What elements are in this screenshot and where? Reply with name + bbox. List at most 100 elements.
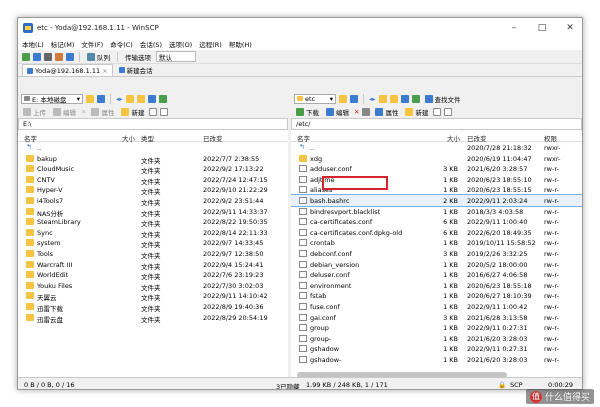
close-button[interactable]: ✕ bbox=[558, 18, 582, 37]
list-item[interactable]: debconf.conf 3 KB 2019/2/26 3:32:25 rw-r- bbox=[291, 248, 582, 259]
home-icon[interactable] bbox=[147, 94, 156, 103]
list-item[interactable]: Sync 文件夹 2022/8/14 22:11:33 bbox=[18, 227, 288, 239]
file-name: Warcraft III bbox=[37, 260, 73, 269]
list-item[interactable]: 天翼云 文件夹 2022/9/11 14:10:42 bbox=[18, 290, 288, 302]
local-props-button[interactable]: 属性 bbox=[89, 106, 116, 117]
refresh-icon[interactable] bbox=[411, 94, 420, 103]
find-files-button[interactable]: 查找文件 bbox=[423, 93, 463, 104]
menu-help[interactable]: 帮助(H) bbox=[229, 39, 252, 49]
list-item[interactable]: xdg 2020/6/19 11:04:47 rwxr- bbox=[291, 153, 582, 164]
list-item[interactable]: bakup 文件夹 2022/7/7 2:38:55 bbox=[18, 153, 288, 165]
remote-path[interactable]: /etc/ bbox=[291, 118, 582, 130]
local-edit-button[interactable]: 编辑 bbox=[51, 106, 78, 117]
transfer-options-select[interactable]: 默认 bbox=[156, 51, 196, 62]
list-item[interactable]: CloudMusic 文件夹 2022/9/2 17:13:22 bbox=[18, 163, 288, 175]
list-item[interactable]: gshadow 1 KB 2022/9/11 0:27:31 rw-r- bbox=[291, 343, 582, 354]
local-drive-select[interactable]: E: 本地磁盘 ▾ bbox=[21, 93, 83, 104]
minimize-button[interactable]: – bbox=[502, 18, 526, 37]
list-item[interactable]: ca-certificates.conf.dpkg-old 6 KB 2022/6/… bbox=[291, 227, 582, 238]
file-type: 文件夹 bbox=[141, 315, 161, 324]
list-item[interactable]: deluser.conf 1 KB 2016/6/27 4:06:58 rw-r- bbox=[291, 269, 582, 280]
back-icon[interactable]: ◂▸ bbox=[369, 95, 376, 103]
remote-file-list[interactable]: 名字 大小 已改变 权限 ↰.. 2020/7/28 21:18:32 rwxr-x… bbox=[291, 130, 582, 379]
rename-icon[interactable] bbox=[362, 107, 371, 116]
list-item[interactable]: NAS分析 文件夹 2022/9/11 14:33:37 bbox=[18, 206, 288, 218]
list-item[interactable]: group- 1 KB 2021/6/20 3:28:03 rw-r- bbox=[291, 333, 582, 344]
deselect-icon[interactable] bbox=[160, 107, 169, 116]
delete-icon[interactable]: ✕ bbox=[354, 108, 359, 116]
list-item[interactable]: system 文件夹 2022/9/7 14:33:45 bbox=[18, 237, 288, 249]
local-path[interactable]: E:\ bbox=[18, 118, 288, 130]
list-item[interactable]: Hyper-V 文件夹 2022/9/10 21:22:29 bbox=[18, 184, 288, 196]
menu-commands[interactable]: 命令(C) bbox=[110, 39, 133, 49]
maximize-button[interactable]: □ bbox=[530, 18, 554, 37]
back-icon[interactable]: ◂▸ bbox=[116, 95, 123, 103]
remote-edit-button[interactable]: 编辑 bbox=[324, 106, 351, 117]
file-modified: 2020/6/23 18:55:10 bbox=[467, 175, 532, 184]
local-file-list[interactable]: 名字 大小 类型 已改变 ↰.. bakup 文件夹 2022/7/7 2:38:55… bbox=[18, 130, 288, 379]
list-item[interactable]: Youku Files 文件夹 2022/7/30 3:02:03 bbox=[18, 280, 288, 292]
filter-icon[interactable] bbox=[97, 94, 105, 103]
download-button[interactable]: 下载 bbox=[294, 106, 321, 117]
list-item[interactable]: adjtime 1 KB 2020/6/23 18:55:10 rw-r- bbox=[291, 174, 582, 185]
menu-options[interactable]: 选项(O) bbox=[169, 39, 192, 49]
explore-icon[interactable] bbox=[55, 52, 63, 61]
list-item[interactable]: debian_version 1 KB 2020/5/2 18:00:00 rw-r- bbox=[291, 259, 582, 270]
file-name: WorldEdit bbox=[37, 271, 69, 280]
list-item[interactable]: gshadow- 1 KB 2021/6/20 3:28:03 rw-r- bbox=[291, 354, 582, 365]
menu-file[interactable]: 文件(F) bbox=[81, 39, 103, 49]
remote-new-button[interactable]: 新建 bbox=[403, 106, 430, 117]
upload-button[interactable]: 上传 bbox=[21, 106, 48, 117]
list-item[interactable]: 迅雷下载 文件夹 2022/8/9 19:40:36 bbox=[18, 301, 288, 313]
filter-icon[interactable] bbox=[350, 94, 358, 103]
list-item[interactable]: gai.conf 3 KB 2021/6/28 3:13:58 rw-r- bbox=[291, 312, 582, 323]
list-item[interactable]: bindresvport.blacklist 1 KB 2018/3/3 4:03:… bbox=[291, 206, 582, 217]
root-dir-icon[interactable] bbox=[136, 94, 145, 103]
file-icon bbox=[299, 292, 307, 300]
list-item[interactable]: 迅雷云盘 文件夹 2022/8/29 20:54:19 bbox=[18, 312, 288, 324]
list-item[interactable]: i4Tools7 文件夹 2022/9/2 23:51:44 bbox=[18, 195, 288, 207]
list-item[interactable]: crontab 1 KB 2019/10/11 15:58:52 rw-r- bbox=[291, 237, 582, 248]
list-item[interactable]: environment 1 KB 2020/6/23 18:55:18 rw-r- bbox=[291, 280, 582, 291]
list-item[interactable]: ↰.. 2020/7/28 21:18:32 rwxr- bbox=[291, 142, 582, 153]
list-item[interactable]: bash.bashrc 2 KB 2022/9/11 2:03:24 rw-r- bbox=[291, 194, 582, 207]
home-icon[interactable] bbox=[400, 94, 409, 103]
tab-session[interactable]: Yoda@192.168.1.11 × bbox=[22, 64, 113, 76]
compare-icon[interactable] bbox=[33, 52, 41, 61]
remote-props-button[interactable]: 属性 bbox=[373, 106, 400, 117]
menu-session[interactable]: 会话(S) bbox=[140, 39, 162, 49]
list-item[interactable]: CNTV 文件夹 2022/7/24 12:47:15 bbox=[18, 174, 288, 186]
settings-icon[interactable] bbox=[66, 52, 74, 61]
deselect-icon[interactable] bbox=[444, 107, 453, 116]
open-folder-icon[interactable] bbox=[86, 94, 94, 103]
list-item[interactable]: Tools 文件夹 2022/9/7 12:38:50 bbox=[18, 248, 288, 260]
list-item[interactable]: SteamLibrary 文件夹 2022/8/22 19:50:35 bbox=[18, 216, 288, 228]
list-item[interactable]: Warcraft III 文件夹 2022/9/4 15:24:41 bbox=[18, 259, 288, 271]
queue-button[interactable]: 队列 bbox=[85, 51, 112, 62]
delete-icon[interactable]: ✕ bbox=[81, 108, 86, 116]
refresh-icon[interactable] bbox=[158, 94, 167, 103]
menu-local[interactable]: 本地(L) bbox=[22, 39, 44, 49]
terminal-icon[interactable] bbox=[44, 52, 52, 61]
tab-new-session[interactable]: 新建会话 bbox=[115, 64, 157, 76]
select-all-icon[interactable] bbox=[433, 107, 442, 116]
select-all-icon[interactable] bbox=[149, 107, 158, 116]
list-item[interactable]: ca-certificates.conf 6 KB 2022/9/11 1:00:4… bbox=[291, 216, 582, 227]
list-item[interactable]: ↰.. bbox=[18, 142, 288, 153]
list-item[interactable]: fuse.conf 1 KB 2022/9/11 1:00:42 rw-r- bbox=[291, 301, 582, 312]
list-item[interactable]: adduser.conf 3 KB 2021/6/20 3:28:57 rw-r- bbox=[291, 163, 582, 174]
parent-dir-icon[interactable] bbox=[125, 94, 134, 103]
title-bar: etc - Yoda@192.168.1.11 - WinSCP – □ ✕ bbox=[18, 18, 582, 37]
local-new-button[interactable]: 新建 bbox=[119, 106, 146, 117]
root-dir-icon[interactable] bbox=[389, 94, 398, 103]
menu-mark[interactable]: 标记(M) bbox=[51, 39, 75, 49]
menu-remote[interactable]: 远程(R) bbox=[199, 39, 222, 49]
list-item[interactable]: WorldEdit 文件夹 2022/7/6 23:19:23 bbox=[18, 269, 288, 281]
open-folder-icon[interactable] bbox=[339, 94, 347, 103]
list-item[interactable]: fstab 1 KB 2020/6/27 18:10:39 rw-r- bbox=[291, 290, 582, 301]
list-item[interactable]: aliases 1 KB 2020/6/23 18:55:15 rw-r- bbox=[291, 184, 582, 195]
list-item[interactable]: group 1 KB 2022/9/11 0:27:31 rw-r- bbox=[291, 322, 582, 333]
parent-dir-icon[interactable] bbox=[378, 94, 387, 103]
sync-icon[interactable] bbox=[22, 52, 30, 61]
remote-dir-select[interactable]: etc ▾ bbox=[294, 93, 336, 104]
